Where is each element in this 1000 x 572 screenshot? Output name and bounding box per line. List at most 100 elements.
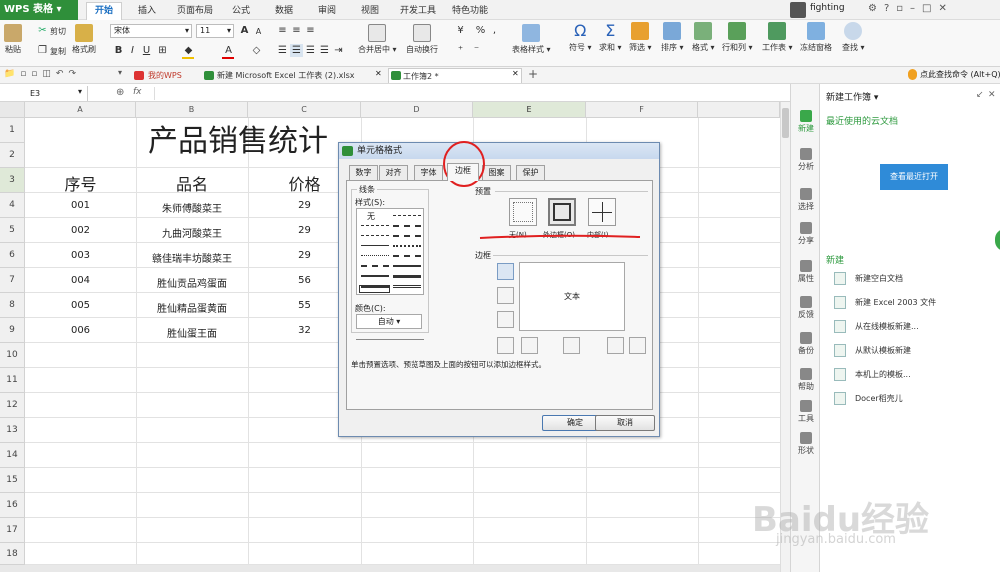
- data-cell[interactable]: 006: [25, 325, 136, 336]
- font-grow-icon[interactable]: A: [238, 24, 251, 37]
- font-family-select[interactable]: 宋体: [110, 24, 192, 38]
- user-name[interactable]: fighting: [810, 3, 845, 13]
- row-header[interactable]: 1: [0, 118, 25, 143]
- name-box-dropdown-icon[interactable]: ▾: [78, 87, 82, 96]
- row-header[interactable]: 13: [0, 418, 25, 443]
- tab-font[interactable]: 字体: [414, 165, 443, 180]
- new-tab-icon[interactable]: +: [528, 67, 538, 81]
- align-middle-icon[interactable]: ≡: [290, 24, 303, 37]
- border-diag-down-button[interactable]: [629, 337, 646, 354]
- line-style-option[interactable]: [393, 225, 421, 227]
- side-tool-6[interactable]: 备份: [791, 332, 821, 356]
- row-header[interactable]: 11: [0, 368, 25, 393]
- line-style-option[interactable]: [393, 285, 421, 288]
- increase-decimal-icon[interactable]: ⁺: [454, 44, 467, 57]
- preset-none-button[interactable]: [509, 198, 537, 226]
- data-cell[interactable]: 001: [25, 200, 136, 211]
- row-header[interactable]: 2: [0, 143, 25, 168]
- new-item[interactable]: 新建 Excel 2003 文件: [834, 296, 936, 309]
- row-header[interactable]: 16: [0, 493, 25, 518]
- line-style-option[interactable]: [361, 245, 389, 246]
- side-tool-8[interactable]: 工具: [791, 400, 821, 424]
- border-preview[interactable]: 文本: [519, 262, 625, 331]
- data-cell[interactable]: 003: [25, 250, 136, 261]
- column-header[interactable]: D: [361, 102, 473, 118]
- tab-data[interactable]: 数据: [275, 3, 293, 19]
- align-center-icon[interactable]: ☰: [290, 44, 303, 57]
- line-style-option[interactable]: [361, 275, 389, 277]
- line-color-select[interactable]: 自动 ▾: [356, 314, 422, 329]
- new-item[interactable]: 从在线模板新建...: [834, 320, 919, 333]
- paste-button[interactable]: 粘贴: [4, 24, 22, 55]
- column-header[interactable]: E: [473, 102, 586, 118]
- new-item[interactable]: 本机上的模板...: [834, 368, 911, 381]
- quick-access-more-icon[interactable]: ▾: [118, 68, 122, 77]
- line-style-option[interactable]: [393, 245, 421, 247]
- align-left-icon[interactable]: ☰: [276, 44, 289, 57]
- border-bottom-button[interactable]: [497, 311, 514, 328]
- table-style-button[interactable]: 表格样式 ▾: [512, 24, 551, 55]
- sort-button[interactable]: 排序 ▾: [661, 22, 684, 53]
- preset-inside-button[interactable]: [588, 198, 616, 226]
- filter-button[interactable]: 筛选 ▾: [629, 22, 652, 53]
- tab-review[interactable]: 审阅: [318, 3, 336, 19]
- tab-formula[interactable]: 公式: [232, 3, 250, 19]
- comma-icon[interactable]: ,: [488, 24, 501, 37]
- tab-border[interactable]: 边框: [447, 163, 479, 181]
- line-style-option[interactable]: [361, 265, 389, 267]
- tab-insert[interactable]: 插入: [138, 3, 156, 19]
- side-expand-tab[interactable]: [995, 229, 1000, 251]
- data-cell[interactable]: 九曲河酸菜王: [136, 225, 248, 240]
- bold-icon[interactable]: B: [112, 44, 125, 57]
- cancel-button[interactable]: 取消: [595, 415, 655, 431]
- zoom-magnifier-icon[interactable]: ⊕: [116, 87, 124, 98]
- tab-pattern[interactable]: 图案: [482, 165, 511, 180]
- align-bottom-icon[interactable]: ≡: [304, 24, 317, 37]
- pin-icon[interactable]: ↙: [976, 90, 984, 100]
- line-style-option[interactable]: [393, 275, 421, 278]
- column-header[interactable]: F: [586, 102, 698, 118]
- tab-developer[interactable]: 开发工具: [400, 3, 436, 19]
- row-header[interactable]: 8: [0, 293, 25, 318]
- justify-icon[interactable]: ☰: [318, 44, 331, 57]
- tab-number[interactable]: 数字: [349, 165, 378, 180]
- line-style-option[interactable]: [361, 225, 389, 226]
- row-header[interactable]: 10: [0, 343, 25, 368]
- tab-start[interactable]: 开始: [86, 2, 123, 20]
- line-style-selected[interactable]: [359, 285, 390, 293]
- decrease-decimal-icon[interactable]: ⁻: [470, 44, 483, 57]
- border-center-button[interactable]: [563, 337, 580, 354]
- fill-color-icon[interactable]: ◆: [182, 44, 195, 57]
- doc-tab-workbook2[interactable]: 工作簿2 *: [388, 68, 522, 83]
- worksheet-button[interactable]: 工作表 ▾: [762, 22, 793, 53]
- tab-special[interactable]: 特色功能: [452, 3, 488, 19]
- header-cell[interactable]: 序号: [25, 171, 136, 195]
- indent-icon[interactable]: ⇥: [332, 44, 345, 57]
- data-cell[interactable]: 胜仙贡品鸡蛋面: [136, 275, 248, 290]
- tab-view[interactable]: 视图: [361, 3, 379, 19]
- side-tool-0[interactable]: 新建: [791, 110, 821, 134]
- new-item[interactable]: Docer稻壳儿: [834, 392, 903, 405]
- data-cell[interactable]: 002: [25, 225, 136, 236]
- name-box[interactable]: E3: [0, 86, 88, 101]
- percent-icon[interactable]: %: [474, 24, 487, 37]
- close-tab-icon[interactable]: ✕: [375, 69, 382, 78]
- new-item[interactable]: 从默认模板新建: [834, 344, 911, 357]
- freeze-pane-button[interactable]: 冻结窗格: [800, 22, 832, 53]
- data-cell[interactable]: 004: [25, 275, 136, 286]
- border-middle-button[interactable]: [497, 287, 514, 304]
- number-format-icon[interactable]: ¥: [454, 24, 467, 37]
- command-search[interactable]: 点此查找命令 (Alt+Q): [920, 69, 1000, 80]
- border-left-button[interactable]: [521, 337, 538, 354]
- row-header[interactable]: 17: [0, 518, 25, 543]
- line-style-option[interactable]: [393, 255, 421, 257]
- horizontal-scrollbar[interactable]: [0, 565, 780, 572]
- tab-alignment[interactable]: 对齐: [379, 165, 408, 180]
- preset-outline-button[interactable]: [548, 198, 576, 226]
- data-cell[interactable]: 赣佳瑞丰坊酸菜王: [136, 250, 248, 265]
- merge-center-button[interactable]: 合并居中 ▾: [358, 24, 397, 55]
- sum-button[interactable]: Σ 求和 ▾: [599, 22, 622, 53]
- find-button[interactable]: 查找 ▾: [842, 22, 865, 53]
- data-cell[interactable]: 胜仙蛋王面: [136, 325, 248, 340]
- wps-menu-button[interactable]: WPS 表格 ▾: [0, 0, 78, 20]
